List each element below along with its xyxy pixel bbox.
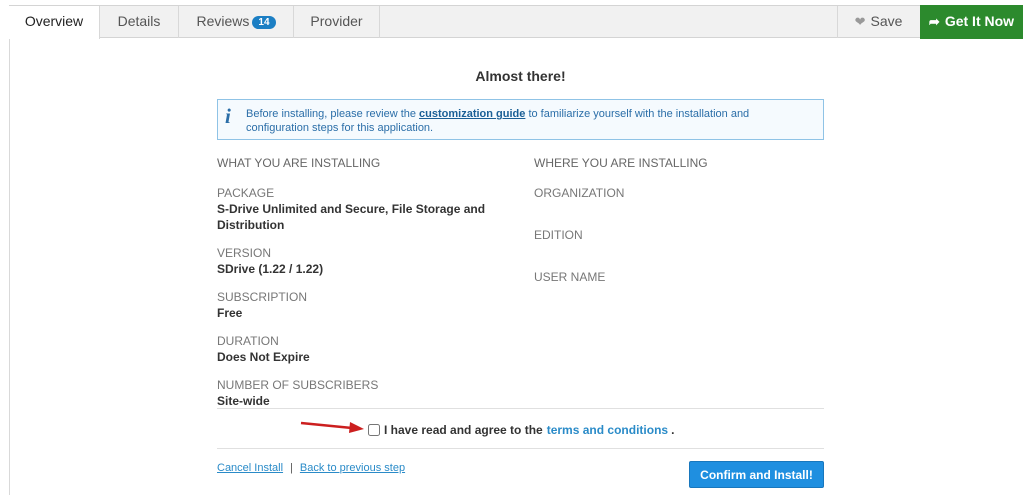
duration-value: Does Not Expire bbox=[217, 350, 310, 364]
tab-details-label: Details bbox=[117, 13, 161, 29]
get-it-now-label: Get It Now bbox=[944, 13, 1015, 29]
info-box: i Before installing, please review the c… bbox=[217, 99, 824, 140]
installing-heading: WHAT YOU ARE INSTALLING bbox=[217, 156, 381, 170]
target-heading: WHERE YOU ARE INSTALLING bbox=[534, 156, 708, 170]
terms-agreement: I have read and agree to the terms and c… bbox=[368, 423, 674, 437]
footer-links: Cancel Install | Back to previous step bbox=[217, 462, 405, 474]
page-title: Almost there! bbox=[475, 68, 566, 84]
terms-link[interactable]: terms and conditions bbox=[547, 423, 668, 437]
user-name-label: USER NAME bbox=[534, 270, 606, 284]
tab-provider-label: Provider bbox=[310, 13, 363, 29]
divider-top bbox=[217, 408, 824, 409]
annotation-arrow-icon bbox=[300, 421, 364, 433]
heart-icon: ❤ bbox=[854, 14, 866, 29]
tab-reviews[interactable]: Reviews 14 bbox=[179, 6, 294, 38]
tab-overview-label: Overview bbox=[24, 13, 84, 29]
back-link[interactable]: Back to previous step bbox=[300, 462, 405, 474]
cancel-install-link[interactable]: Cancel Install bbox=[217, 462, 283, 474]
subscription-label: SUBSCRIPTION bbox=[217, 290, 308, 304]
edition-label: EDITION bbox=[534, 228, 583, 242]
version-value: SDrive (1.22 / 1.22) bbox=[217, 262, 324, 276]
installing-column: WHAT YOU ARE INSTALLING PACKAGE S-Drive … bbox=[217, 156, 507, 422]
organization-label: ORGANIZATION bbox=[534, 186, 625, 200]
info-text-before: Before installing, please review the bbox=[246, 108, 416, 120]
version-label: VERSION bbox=[217, 246, 272, 260]
tab-overview[interactable]: Overview bbox=[9, 6, 100, 39]
reviews-count-badge: 14 bbox=[252, 16, 276, 29]
customization-guide-link[interactable]: customization guide bbox=[419, 108, 525, 120]
tab-details[interactable]: Details bbox=[100, 6, 179, 38]
info-text: Before installing, please review the cus… bbox=[246, 107, 811, 135]
duration-label: DURATION bbox=[217, 334, 279, 348]
link-separator: | bbox=[290, 462, 293, 474]
terms-suffix: . bbox=[671, 423, 675, 437]
target-column: WHERE YOU ARE INSTALLING ORGANIZATION ED… bbox=[534, 156, 824, 312]
terms-checkbox[interactable] bbox=[368, 424, 380, 436]
divider-bottom bbox=[217, 448, 824, 449]
package-value: S-Drive Unlimited and Secure, File Stora… bbox=[217, 202, 486, 232]
save-button[interactable]: ❤ Save bbox=[837, 6, 919, 38]
package-label: PACKAGE bbox=[217, 186, 275, 200]
info-icon: i bbox=[225, 104, 231, 128]
redirect-arrow-icon: ➦ bbox=[928, 14, 940, 29]
confirm-install-button[interactable]: Confirm and Install! bbox=[689, 461, 824, 488]
subscribers-value: Site-wide bbox=[217, 394, 270, 408]
tab-provider[interactable]: Provider bbox=[294, 6, 380, 38]
get-it-now-button[interactable]: ➦ Get It Now bbox=[920, 5, 1023, 39]
subscribers-label: NUMBER OF SUBSCRIBERS bbox=[217, 378, 379, 392]
terms-text: I have read and agree to the bbox=[384, 423, 543, 437]
tab-bar: Overview Details Reviews 14 Provider ❤ Sav… bbox=[9, 5, 1023, 39]
save-label: Save bbox=[870, 13, 903, 29]
tab-reviews-label: Reviews bbox=[196, 13, 250, 29]
subscription-value: Free bbox=[217, 306, 243, 320]
